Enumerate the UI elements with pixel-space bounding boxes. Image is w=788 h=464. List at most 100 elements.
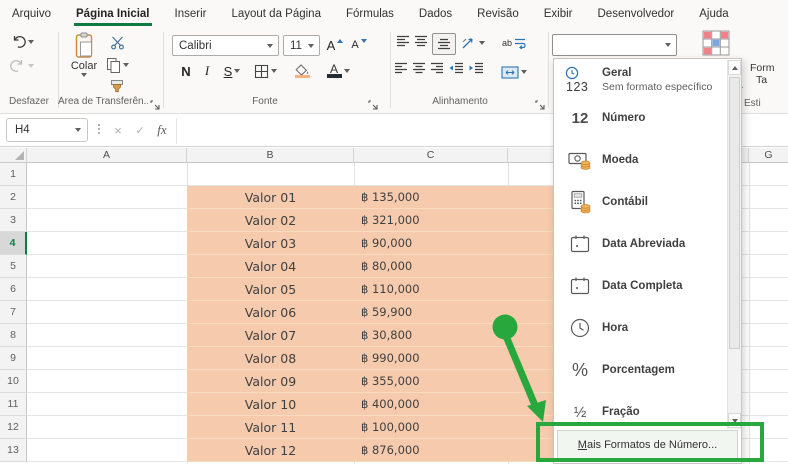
column-header-a[interactable]: A [27,148,187,163]
cell-value[interactable]: ฿ 135,000 [361,186,420,208]
name-box[interactable]: H4 [6,118,88,142]
tab-revisao[interactable]: Revisão [475,4,521,26]
row-header-10[interactable]: 10 [0,370,27,393]
undo-button[interactable] [10,34,34,49]
cell-value[interactable]: ฿ 30,800 [361,324,412,346]
cell-value[interactable]: ฿ 59,900 [361,301,412,323]
font-dialog-launcher[interactable] [368,97,378,115]
row-header-12[interactable]: 12 [0,416,27,439]
insert-function-button[interactable]: fx [152,118,172,142]
format-painter-button[interactable] [106,79,128,94]
cell-label[interactable]: Valor 06 [187,301,354,323]
wrap-text-button[interactable]: ab [500,33,528,53]
row-header-6[interactable]: 6 [0,278,27,301]
cell-label[interactable]: Valor 12 [187,439,354,461]
cell-value[interactable]: ฿ 321,000 [361,209,420,231]
menu-item-geral[interactable]: 123 Geral Sem formato específico [554,63,741,97]
cell-label[interactable]: Valor 02 [187,209,354,231]
menu-item-moeda[interactable]: Moeda [554,139,741,181]
increase-font-button[interactable]: A [324,35,346,55]
cut-button[interactable] [106,35,128,50]
row-header-8[interactable]: 8 [0,324,27,347]
cancel-button[interactable]: × [108,118,128,142]
decrease-font-button[interactable]: A [348,35,370,55]
cell-value[interactable]: ฿ 80,000 [361,255,412,277]
cell-value[interactable]: ฿ 355,000 [361,370,420,392]
row-header-13[interactable]: 13 [0,439,27,462]
align-bottom-button[interactable] [432,33,456,55]
cell-value[interactable]: ฿ 990,000 [361,347,420,369]
cell-value[interactable]: ฿ 876,000 [361,439,420,461]
cell-value[interactable]: ฿ 400,000 [361,393,420,415]
row-header-2[interactable]: 2 [0,186,27,209]
menu-item-contabil[interactable]: Contábil [554,181,741,223]
clipboard-dialog-launcher[interactable] [150,97,160,115]
merge-center-button[interactable] [498,62,530,82]
tab-ajuda[interactable]: Ajuda [697,4,730,26]
menu-item-data-abreviada[interactable]: Data Abreviada [554,223,741,265]
menu-item-numero[interactable]: 12 Número [554,97,741,139]
format-as-table-label-line1[interactable]: Form [750,62,775,74]
menu-item-data-completa[interactable]: Data Completa [554,265,741,307]
scrollbar-thumb[interactable] [729,77,740,349]
tab-dados[interactable]: Dados [417,4,454,26]
conditional-formatting-button[interactable] [702,30,730,56]
fill-color-button[interactable] [286,61,318,81]
alignment-dialog-launcher[interactable] [535,97,545,115]
paste-button[interactable]: Colar [63,32,105,77]
scroll-down-button[interactable] [728,413,741,428]
menu-scrollbar[interactable] [727,60,741,429]
cell-label[interactable]: Valor 07 [187,324,354,346]
row-header-7[interactable]: 7 [0,301,27,324]
select-all-button[interactable] [0,148,27,163]
tab-arquivo[interactable]: Arquivo [10,4,53,26]
column-header-g[interactable]: G [749,148,788,163]
name-box-dropdown-icon[interactable] [69,128,87,132]
menu-item-porcentagem[interactable]: % Porcentagem [554,349,741,391]
cell-label[interactable]: Valor 05 [187,278,354,300]
underline-button[interactable]: S [218,61,246,81]
row-header-9[interactable]: 9 [0,347,27,370]
cell-label[interactable]: Valor 03 [187,232,354,254]
orientation-button[interactable] [458,33,488,53]
align-top-button[interactable] [396,35,410,47]
column-header-b[interactable]: B [187,148,354,163]
menu-item-hora[interactable]: Hora [554,307,741,349]
redo-button[interactable] [10,58,34,73]
decrease-indent-button[interactable] [448,62,464,74]
menu-item-mais-formatos[interactable]: Mais Formatos de Número... [557,430,738,459]
align-middle-button[interactable] [414,35,428,47]
bold-button[interactable]: N [176,61,196,81]
row-header-11[interactable]: 11 [0,393,27,416]
column-header-c[interactable]: C [354,148,508,163]
tab-layout-da-pagina[interactable]: Layout da Página [229,4,323,26]
tab-desenvolvedor[interactable]: Desenvolvedor [596,4,677,26]
font-size-combo[interactable]: 11 [283,35,320,56]
copy-button[interactable] [104,57,130,73]
cell-value[interactable]: ฿ 90,000 [361,232,412,254]
number-format-dropdown-icon[interactable] [660,35,676,55]
increase-indent-button[interactable] [468,62,484,74]
cell-label[interactable]: Valor 10 [187,393,354,415]
tab-exibir[interactable]: Exibir [542,4,575,26]
cell-label[interactable]: Valor 04 [187,255,354,277]
font-size-dropdown-icon[interactable] [303,36,319,55]
tab-pagina-inicial[interactable]: Página Inicial [74,4,152,26]
enter-button[interactable]: ✓ [130,118,150,142]
cell-value[interactable]: ฿ 100,000 [361,416,420,438]
scroll-up-button[interactable] [728,60,741,75]
font-color-button[interactable]: A [322,61,354,81]
borders-button[interactable] [250,61,280,81]
number-format-combo[interactable] [552,34,677,56]
cell-value[interactable]: ฿ 110,000 [361,278,420,300]
cell-label[interactable]: Valor 11 [187,416,354,438]
cell-label[interactable]: Valor 01 [187,186,354,208]
menu-item-fracao[interactable]: ½ Fração [554,391,741,433]
row-header-3[interactable]: 3 [0,209,27,232]
italic-button[interactable]: I [198,61,216,81]
font-name-combo[interactable]: Calibri [172,35,279,56]
cell-label[interactable]: Valor 09 [187,370,354,392]
align-right-button[interactable] [430,62,444,74]
row-header-5[interactable]: 5 [0,255,27,278]
align-center-button[interactable] [412,62,426,74]
